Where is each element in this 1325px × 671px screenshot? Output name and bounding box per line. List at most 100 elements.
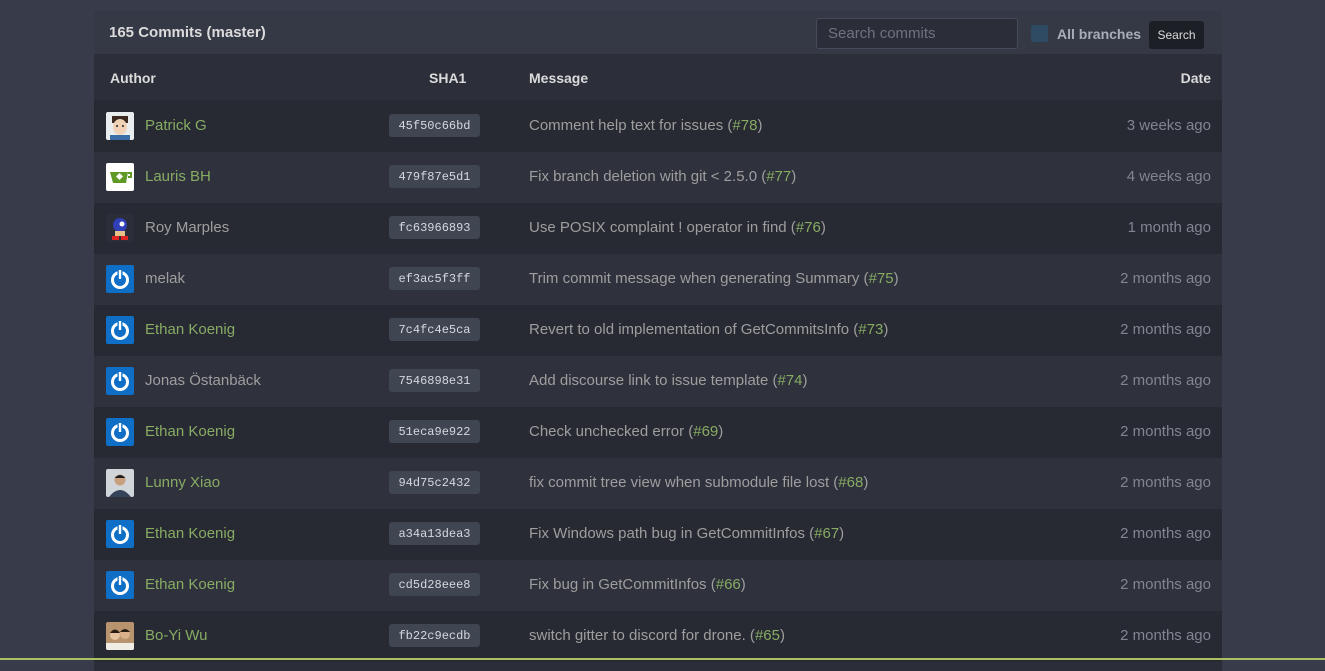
issue-link[interactable]: #75 (869, 270, 894, 287)
commit-sha-link[interactable]: 7c4fc4e5ca (389, 318, 480, 341)
issue-link[interactable]: #74 (777, 372, 802, 389)
commit-message-tail: ) (740, 576, 746, 593)
commits-title: 165 Commits (master) (109, 24, 266, 41)
commit-message[interactable]: Comment help text for issues (#78) (529, 117, 762, 134)
commit-message-text[interactable]: Use POSIX complaint ! operator in find ( (529, 219, 796, 236)
commit-message-tail: ) (893, 270, 899, 287)
commit-message-tail: ) (757, 117, 763, 134)
commit-message-tail: ) (863, 474, 869, 491)
commit-message-tail: ) (791, 168, 797, 185)
commit-message-text[interactable]: switch gitter to discord for drone. ( (529, 627, 755, 644)
commit-author[interactable]: Ethan Koenig (145, 576, 235, 593)
commit-message-text[interactable]: Fix branch deletion with git < 2.5.0 ( (529, 168, 766, 185)
commit-sha-link[interactable]: 94d75c2432 (389, 471, 480, 494)
issue-link[interactable]: #73 (858, 321, 883, 338)
commit-message[interactable]: Fix bug in GetCommitInfos (#66) (529, 576, 746, 593)
avatar[interactable] (106, 571, 134, 599)
commit-date: 2 months ago (1120, 372, 1211, 389)
commit-sha-link[interactable]: fb22c9ecdb (389, 624, 480, 647)
commit-author[interactable]: Ethan Koenig (145, 525, 235, 542)
commit-message[interactable]: Revert to old implementation of GetCommi… (529, 321, 888, 338)
commit-author[interactable]: Bo-Yi Wu (145, 627, 208, 644)
all-branches-toggle[interactable]: All branches (1031, 25, 1141, 42)
commit-row: Ethan Koenig a34a13dea3 Fix Windows path b… (94, 509, 1222, 560)
issue-link[interactable]: #77 (766, 168, 791, 185)
table-header: Author SHA1 Message Date (94, 54, 1222, 101)
commit-message[interactable]: Fix Windows path bug in GetCommitInfos (… (529, 525, 844, 542)
commit-date: 2 months ago (1120, 270, 1211, 287)
issue-link[interactable]: #65 (755, 627, 780, 644)
commit-date: 1 month ago (1127, 219, 1211, 236)
avatar[interactable] (106, 469, 134, 497)
commit-message-text[interactable]: Fix Windows path bug in GetCommitInfos ( (529, 525, 814, 542)
avatar[interactable] (106, 316, 134, 344)
avatar[interactable] (106, 214, 134, 242)
commit-message[interactable]: fix commit tree view when submodule file… (529, 474, 868, 491)
commit-row: Ethan Koenig cd5d28eee8 Fix bug in GetComm… (94, 560, 1222, 611)
commit-date: 2 months ago (1120, 423, 1211, 440)
avatar[interactable] (106, 163, 134, 191)
issue-link[interactable]: #69 (693, 423, 718, 440)
commits-header: 165 Commits (master) All branches Search (94, 11, 1222, 54)
commit-author: Jonas Östanbäck (145, 372, 261, 389)
commit-sha-link[interactable]: 7546898e31 (389, 369, 480, 392)
commit-message-text[interactable]: Add discourse link to issue template ( (529, 372, 777, 389)
commit-author[interactable]: Patrick G (145, 117, 207, 134)
commit-message[interactable]: Check unchecked error (#69) (529, 423, 723, 440)
commit-message-text[interactable]: fix commit tree view when submodule file… (529, 474, 838, 491)
avatar[interactable] (106, 265, 134, 293)
commit-message-tail: ) (802, 372, 808, 389)
commit-author[interactable]: Ethan Koenig (145, 423, 235, 440)
commit-message[interactable]: switch gitter to discord for drone. (#65… (529, 627, 785, 644)
commit-message-tail: ) (883, 321, 889, 338)
commit-message[interactable]: Trim commit message when generating Summ… (529, 270, 899, 287)
commit-sha-link[interactable]: 51eca9e922 (389, 420, 480, 443)
commit-message-text[interactable]: Comment help text for issues ( (529, 117, 732, 134)
commit-message-text[interactable]: Revert to old implementation of GetCommi… (529, 321, 858, 338)
col-date: Date (1180, 70, 1211, 86)
commit-date: 2 months ago (1120, 525, 1211, 542)
issue-link[interactable]: #66 (716, 576, 741, 593)
issue-link[interactable]: #78 (732, 117, 757, 134)
commit-sha-link[interactable]: 479f87e5d1 (389, 165, 480, 188)
avatar[interactable] (106, 520, 134, 548)
issue-link[interactable]: #67 (814, 525, 839, 542)
commits-panel: 165 Commits (master) All branches Search… (94, 11, 1222, 671)
avatar[interactable] (106, 367, 134, 395)
commit-message-text[interactable]: Fix bug in GetCommitInfos ( (529, 576, 716, 593)
commit-date: 3 weeks ago (1126, 117, 1211, 134)
commit-message-tail: ) (718, 423, 724, 440)
avatar[interactable] (106, 112, 134, 140)
all-branches-label[interactable]: All branches (1057, 26, 1141, 42)
commit-message[interactable]: Use POSIX complaint ! operator in find (… (529, 219, 826, 236)
commit-message-text[interactable]: Check unchecked error ( (529, 423, 693, 440)
commit-row: Ethan Koenig 51eca9e922 Check unchecked er… (94, 407, 1222, 458)
commit-sha-link[interactable]: cd5d28eee8 (389, 573, 480, 596)
search-button[interactable]: Search (1149, 21, 1204, 49)
avatar[interactable] (106, 622, 134, 650)
commit-author[interactable]: Lunny Xiao (145, 474, 220, 491)
commit-author[interactable]: Ethan Koenig (145, 321, 235, 338)
commit-author[interactable]: Lauris BH (145, 168, 211, 185)
col-message: Message (529, 70, 589, 86)
col-author: Author (110, 70, 156, 86)
commit-row: Jonas Östanbäck 7546898e31 Add discourse l… (94, 356, 1222, 407)
avatar[interactable] (106, 418, 134, 446)
all-branches-checkbox[interactable] (1031, 25, 1048, 42)
issue-link[interactable]: #76 (796, 219, 821, 236)
commit-row: Lauris BH 479f87e5d1 Fix branch deletion w… (94, 152, 1222, 203)
issue-link[interactable]: #68 (838, 474, 863, 491)
search-commits-input[interactable] (816, 18, 1018, 49)
commit-sha-link[interactable]: fc63966893 (389, 216, 480, 239)
commit-sha-link[interactable]: a34a13dea3 (389, 522, 480, 545)
commit-message-text[interactable]: Trim commit message when generating Summ… (529, 270, 869, 287)
commit-row: Bo-Yi Wu fb22c9ecdb switch gitter to disco… (94, 611, 1222, 662)
commit-sha-link[interactable]: ef3ac5f3ff (389, 267, 480, 290)
commit-date: 2 months ago (1120, 627, 1211, 644)
commit-date: 4 weeks ago (1126, 168, 1211, 185)
commit-message[interactable]: Fix branch deletion with git < 2.5.0 (#7… (529, 168, 796, 185)
commit-message[interactable]: Add discourse link to issue template (#7… (529, 372, 807, 389)
commit-sha-link[interactable]: 45f50c66bd (389, 114, 480, 137)
col-sha: SHA1 (429, 70, 467, 86)
commit-author: Roy Marples (145, 219, 230, 236)
